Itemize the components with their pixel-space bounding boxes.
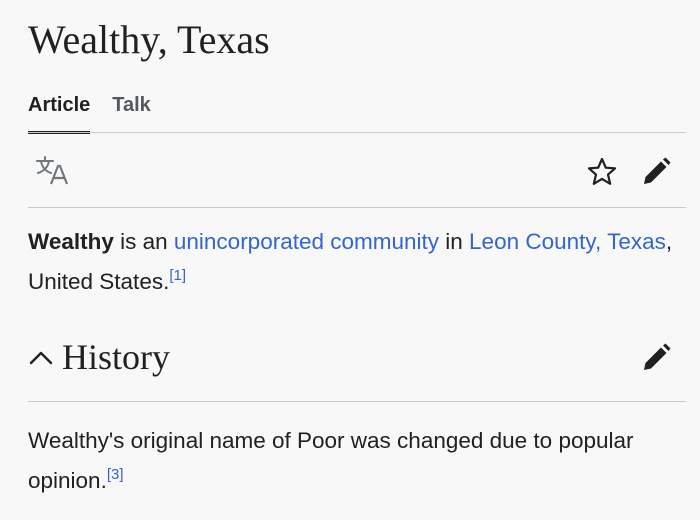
- section-title-history[interactable]: History: [62, 332, 170, 382]
- reference-link-1[interactable]: [1]: [169, 267, 186, 284]
- toolbar-divider: [28, 207, 686, 208]
- section-heading-history: History: [28, 330, 686, 386]
- history-text: Wealthy's original name of Poor was chan…: [28, 428, 634, 493]
- intro-paragraph: Wealthy is an unincorporated community i…: [28, 222, 674, 302]
- page-title: Wealthy, Texas: [28, 17, 270, 62]
- star-icon[interactable]: [586, 156, 618, 188]
- pencil-icon[interactable]: [640, 342, 672, 374]
- subject-name: Wealthy: [28, 229, 114, 254]
- tabs-divider: [28, 132, 686, 133]
- pencil-icon[interactable]: [640, 156, 672, 188]
- section-divider: [28, 401, 686, 402]
- reference-link-3[interactable]: [3]: [107, 466, 124, 483]
- article-page: Wealthy, Texas Article Talk Wealthy is a…: [0, 0, 700, 520]
- history-paragraph: Wealthy's original name of Poor was chan…: [28, 421, 674, 501]
- tab-talk[interactable]: Talk: [112, 88, 151, 132]
- intro-text: is an: [113, 229, 174, 254]
- intro-text: in: [439, 229, 470, 254]
- link-unincorporated-community[interactable]: unincorporated community: [174, 229, 439, 254]
- tab-article[interactable]: Article: [28, 88, 91, 134]
- translate-icon[interactable]: [34, 154, 70, 188]
- namespace-tabs: Article Talk: [28, 88, 151, 134]
- page-actions-toolbar: [28, 146, 686, 196]
- link-leon-county-texas[interactable]: Leon County, Texas: [469, 229, 666, 254]
- chevron-up-icon[interactable]: [28, 348, 54, 366]
